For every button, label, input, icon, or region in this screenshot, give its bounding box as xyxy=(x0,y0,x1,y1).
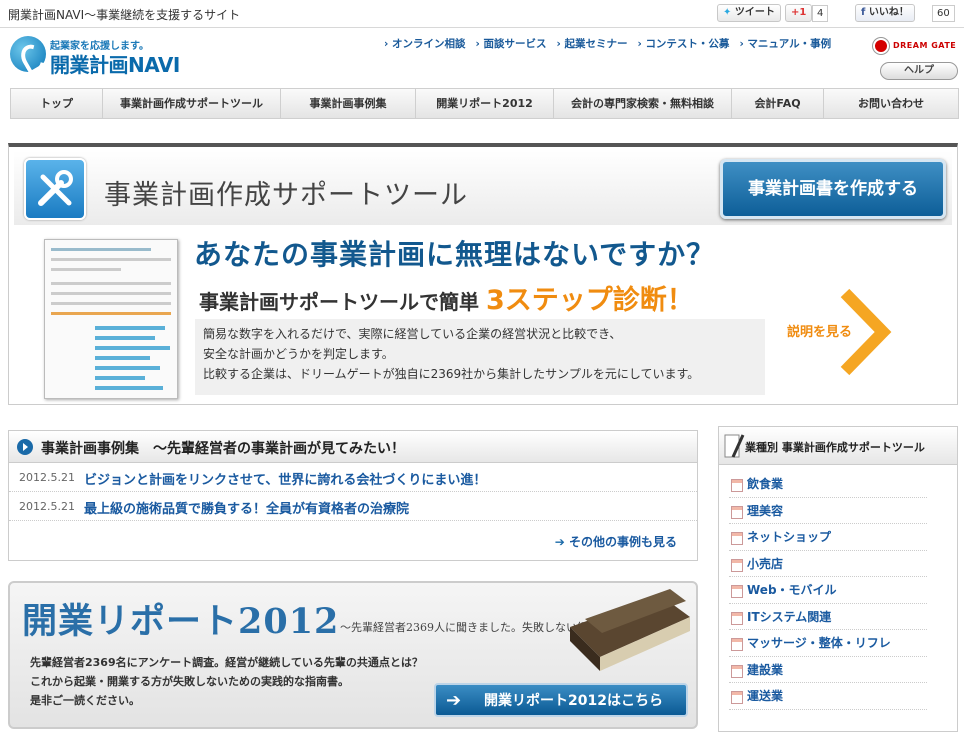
gnav-report[interactable]: 開業リポート2012 xyxy=(416,89,554,118)
book-image xyxy=(570,589,690,671)
tweet-button[interactable]: ✦ ツイート xyxy=(717,4,781,22)
gnav-contact[interactable]: お問い合わせ xyxy=(824,89,958,118)
chevron-right-icon[interactable] xyxy=(837,287,897,377)
site-tagline: 開業計画NAVI～事業継続を支援するサイト xyxy=(8,8,241,22)
topnav-meeting-service[interactable]: 面談サービス xyxy=(475,36,546,51)
tool-screenshot-thumbnail[interactable] xyxy=(44,239,178,399)
industry-item-restaurant[interactable]: 飲食業 xyxy=(729,471,927,498)
gnav-top[interactable]: トップ xyxy=(11,89,103,118)
case-row[interactable]: 2012.5.21 ビジョンと計画をリンクさせて、世界に誇れる会社づくりにまい進… xyxy=(9,463,697,492)
support-tool-header: 事業計画作成サポートツール 事業計画書を作成する xyxy=(14,151,952,225)
industry-item-netshop[interactable]: ネットショップ xyxy=(729,524,927,551)
create-plan-button[interactable]: 事業計画書を作成する xyxy=(720,159,946,219)
more-cases-link[interactable]: その他の事例も見る xyxy=(555,533,677,550)
sidebar-title: 業種別 事業計画作成サポートツール xyxy=(745,441,925,454)
topnav-contest[interactable]: コンテスト・公募 xyxy=(637,36,729,51)
industry-list: 飲食業 理美容 ネットショップ 小売店 Web・モバイル ITシステム関連 マッ… xyxy=(719,471,957,710)
gnav-faq[interactable]: 会計FAQ xyxy=(732,89,824,118)
industry-item-massage[interactable]: マッサージ・整体・リフレ xyxy=(729,630,927,657)
site-logo[interactable]: 起業家を応援します。 開業計画NAVI xyxy=(10,34,185,78)
tool-headline: あなたの事業計画に無理はないですか？ xyxy=(194,238,716,271)
gplus-count: 4 xyxy=(812,5,829,22)
tool-description: 簡易な数字を入れるだけで、実際に経営している企業の経営状況と比較でき、 安全な計… xyxy=(195,319,765,395)
help-button[interactable]: ヘルプ xyxy=(880,62,958,80)
case-date: 2012.5.21 xyxy=(19,500,75,513)
support-tool-title: 事業計画作成サポートツール xyxy=(104,180,468,211)
dreamgate-icon xyxy=(873,38,889,54)
case-title-link[interactable]: 最上級の施術品質で勝負する！全員が有資格者の治療院 xyxy=(84,498,409,517)
industry-item-transport[interactable]: 運送業 xyxy=(729,683,927,710)
facebook-icon: f xyxy=(861,7,869,18)
gnav-expert-search[interactable]: 会計の専門家検索・無料相談 xyxy=(554,89,732,118)
support-tool-panel: 事業計画作成サポートツール 事業計画書を作成する あなたの事業計画に無理はないで… xyxy=(8,143,958,405)
industry-item-construction[interactable]: 建設業 xyxy=(729,657,927,683)
topnav-seminar[interactable]: 起業セミナー xyxy=(556,36,627,51)
gplus-button[interactable]: +1 xyxy=(785,4,813,22)
dreamgate-logo[interactable]: DREAM GATE xyxy=(873,36,959,56)
logo-title: 開業計画NAVI xyxy=(50,53,180,77)
logo-icon xyxy=(10,36,46,72)
top-bar: 開業計画NAVI～事業継続を支援するサイト ✦ ツイート +1 4 f いいね！… xyxy=(0,0,964,28)
report-title: 開業リポート2012 xyxy=(22,601,340,642)
industry-item-retail[interactable]: 小売店 xyxy=(729,551,927,577)
tool-subline: 事業計画サポートツールで簡単 3ステップ診断！ xyxy=(199,285,694,316)
topnav-manual[interactable]: マニュアル・事例 xyxy=(739,36,831,51)
case-title-link[interactable]: ビジョンと計画をリンクさせて、世界に誇れる会社づくりにまい進！ xyxy=(84,469,486,488)
twitter-icon: ✦ xyxy=(723,7,735,18)
case-studies-title: 事業計画事例集 ～先輩経営者の事業計画が見てみたい！ xyxy=(41,441,405,457)
pen-paper-icon xyxy=(724,434,745,458)
like-count: 60 xyxy=(932,5,955,22)
gnav-case-studies[interactable]: 事業計画事例集 xyxy=(281,89,416,118)
industry-item-beauty[interactable]: 理美容 xyxy=(729,498,927,524)
like-button[interactable]: f いいね！ xyxy=(855,4,915,22)
tools-icon xyxy=(24,158,86,220)
report-button[interactable]: 開業リポート2012はこちら xyxy=(434,683,688,717)
top-nav: オンライン相談 面談サービス 起業セミナー コンテスト・公募 マニュアル・事例 xyxy=(384,36,831,51)
industry-item-it-system[interactable]: ITシステム関連 xyxy=(729,604,927,630)
industry-item-web-mobile[interactable]: Web・モバイル xyxy=(729,577,927,604)
case-studies-header: 事業計画事例集 ～先輩経営者の事業計画が見てみたい！ xyxy=(9,431,697,463)
arrow-circle-icon xyxy=(17,439,33,455)
report-banner[interactable]: 開業リポート2012 ～先輩経営者2369人に聞きました。失敗しない経営の実像～… xyxy=(8,581,698,729)
report-description: 先輩経営者2369名にアンケート調査。経営が継続している先輩の共通点とは？ これ… xyxy=(30,656,423,707)
case-date: 2012.5.21 xyxy=(19,471,75,484)
gnav-support-tool[interactable]: 事業計画作成サポートツール xyxy=(103,89,281,118)
sidebar-header: 業種別 事業計画作成サポートツール xyxy=(719,427,957,465)
tool-subline-highlight: 3ステップ診断！ xyxy=(485,285,694,316)
topnav-online-consult[interactable]: オンライン相談 xyxy=(384,36,466,51)
case-row[interactable]: 2012.5.21 最上級の施術品質で勝負する！全員が有資格者の治療院 xyxy=(9,492,697,521)
industry-sidebar: 業種別 事業計画作成サポートツール 飲食業 理美容 ネットショップ 小売店 We… xyxy=(718,426,958,732)
global-nav: トップ 事業計画作成サポートツール 事業計画事例集 開業リポート2012 会計の… xyxy=(10,88,959,119)
case-studies-panel: 事業計画事例集 ～先輩経営者の事業計画が見てみたい！ 2012.5.21 ビジョ… xyxy=(8,430,698,561)
